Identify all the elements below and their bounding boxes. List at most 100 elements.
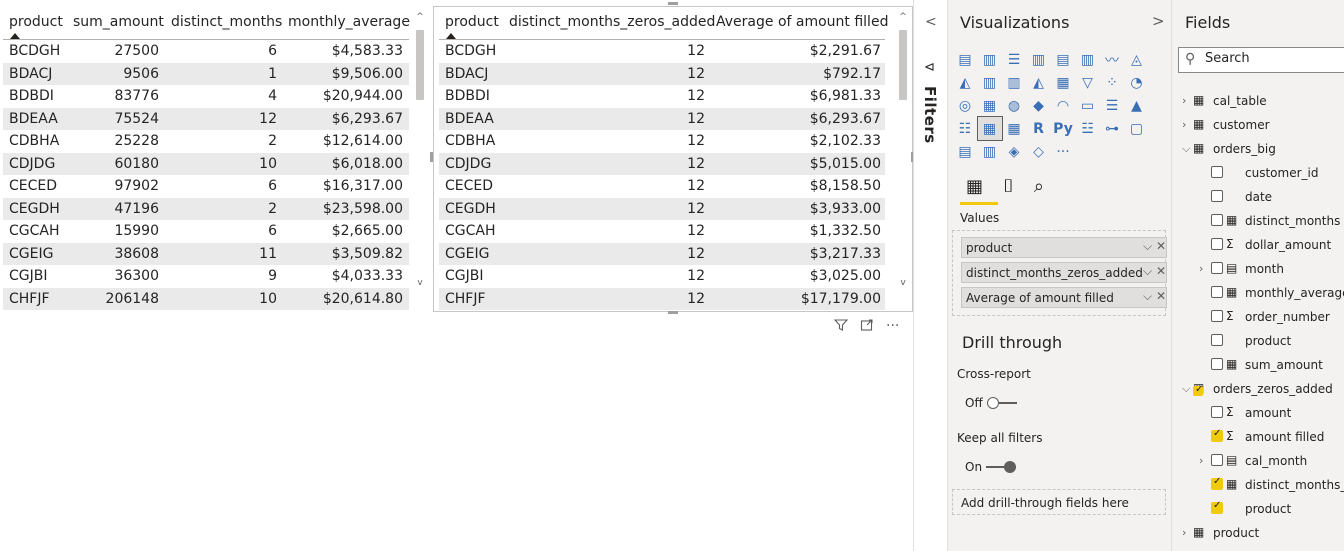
field-row[interactable]: › ▤ cal_month	[1172, 450, 1344, 474]
table-row[interactable]: BDEAA 12 $6,293.67	[439, 107, 885, 130]
table-row[interactable]: CGEIG 38608 11 $3,509.82	[3, 242, 409, 265]
fields-search-input[interactable]	[1205, 51, 1344, 66]
power-automate-icon[interactable]: ◇	[1027, 140, 1051, 163]
table-row[interactable]: CGJBI 36300 9 $4,033.33	[3, 265, 409, 288]
field-table-row[interactable]: ⌵ ▦ orders_big	[1172, 138, 1344, 162]
field-row[interactable]: customer_id	[1172, 162, 1344, 186]
waterfall-chart-icon[interactable]: ▦	[1051, 71, 1075, 94]
checkbox-checked[interactable]	[1211, 476, 1223, 490]
column-header-product[interactable]: product	[9, 14, 63, 30]
field-table-row[interactable]: › ▦ product	[1172, 522, 1344, 546]
filled-map-icon[interactable]: ◆	[1027, 94, 1051, 117]
table-row[interactable]: CEGDH 12 $3,933.00	[439, 197, 885, 220]
field-row[interactable]: Σamount	[1172, 402, 1344, 426]
values-well-field[interactable]: product ⌵ ✕	[961, 237, 1167, 258]
stacked-column-chart-icon[interactable]: ▥	[978, 48, 1002, 71]
clustered-column-chart-icon[interactable]: ▥	[1027, 48, 1051, 71]
column-header-monthly-average[interactable]: monthly_average	[288, 14, 410, 30]
column-header-distinct-months[interactable]: distinct_months	[171, 14, 282, 30]
qa-visual-icon[interactable]: ▢	[1125, 117, 1149, 140]
field-table-row[interactable]: ⌵▦orders_zeros_added	[1172, 378, 1344, 402]
table-row[interactable]: CEGDH 47196 2 $23,598.00	[3, 197, 409, 220]
values-well[interactable]: product ⌵ ✕ distinct_months_zeros_added …	[952, 230, 1167, 316]
checkbox[interactable]	[1211, 406, 1223, 418]
keep-all-filters-toggle[interactable]: On	[965, 460, 1018, 474]
chevron-right-icon[interactable]: ›	[1199, 262, 1203, 275]
remove-field-icon[interactable]: ✕	[1156, 289, 1166, 303]
table-visual-icon[interactable]: ▦	[976, 116, 1003, 141]
chevron-down-icon[interactable]: ⌵	[1182, 382, 1190, 396]
table-row[interactable]: BDACJ 12 $792.17	[439, 62, 885, 85]
key-influencers-icon[interactable]: ☳	[1076, 117, 1100, 140]
chevron-down-icon[interactable]: ⌵	[1143, 239, 1152, 254]
smart-narrative-icon[interactable]: ▤	[953, 140, 977, 163]
column-header-distinct-months-zeros-added[interactable]: distinct_months_zeros_added	[509, 14, 715, 30]
table-row[interactable]: BDACJ 9506 1 $9,506.00	[3, 62, 409, 85]
map-icon[interactable]: ◍	[1002, 94, 1026, 117]
scroll-thumb[interactable]	[899, 30, 907, 100]
chevron-right-icon[interactable]: ›	[1182, 526, 1186, 539]
analytics-tab-icon[interactable]: ⌕	[1034, 176, 1044, 197]
field-table-row[interactable]: › ▦ cal_table	[1172, 90, 1344, 114]
ribbon-chart-icon[interactable]: ◭	[1027, 71, 1051, 94]
scroll-up-icon[interactable]: ^	[415, 12, 425, 22]
table-row[interactable]: CGEIG 12 $3,217.33	[439, 242, 885, 265]
table-row[interactable]: CHFJF 12 $17,179.00	[439, 287, 885, 310]
field-row[interactable]: Σorder_number	[1172, 306, 1344, 330]
checkbox[interactable]	[1211, 454, 1223, 466]
scroll-down-icon[interactable]: v	[898, 278, 908, 288]
scatter-chart-icon[interactable]: ⁘	[1100, 71, 1124, 94]
resize-handle[interactable]	[668, 311, 678, 314]
scroll-down-icon[interactable]: v	[415, 278, 425, 288]
column-header-product[interactable]: product	[445, 14, 499, 30]
resize-handle[interactable]	[430, 152, 433, 162]
field-table-row[interactable]: › ▦ customer	[1172, 114, 1344, 138]
treemap-icon[interactable]: ▦	[978, 94, 1002, 117]
donut-chart-icon[interactable]: ◎	[953, 94, 977, 117]
line-chart-icon[interactable]: 〰	[1100, 48, 1124, 71]
remove-field-icon[interactable]: ✕	[1156, 264, 1166, 278]
table-row[interactable]: CDJDG 12 $5,015.00	[439, 152, 885, 175]
table-row[interactable]: CGCAH 12 $1,332.50	[439, 220, 885, 243]
pie-chart-icon[interactable]: ◔	[1125, 71, 1149, 94]
cross-report-toggle[interactable]: Off	[965, 396, 1019, 410]
focus-mode-icon[interactable]	[860, 318, 874, 336]
fields-search-box[interactable]: ⚲	[1178, 47, 1344, 73]
remove-field-icon[interactable]: ✕	[1156, 239, 1166, 253]
stacked-bar-chart-icon[interactable]: ▤	[953, 48, 977, 71]
checkbox[interactable]	[1211, 238, 1223, 250]
field-row[interactable]: ▦ distinct_months	[1172, 210, 1344, 234]
checkbox-checked[interactable]	[1211, 500, 1223, 514]
chevron-right-icon[interactable]: ›	[1182, 118, 1186, 131]
table-row[interactable]: BDBDI 83776 4 $20,944.00	[3, 85, 409, 108]
chevron-down-icon[interactable]: ⌵	[1143, 289, 1152, 304]
field-row[interactable]: ▦ sum_amount	[1172, 354, 1344, 378]
area-chart-icon[interactable]: ◬	[1125, 48, 1149, 71]
scroll-thumb[interactable]	[416, 30, 424, 100]
field-row[interactable]: › ▤ month	[1172, 258, 1344, 282]
table-row[interactable]: CDBHA 25228 2 $12,614.00	[3, 130, 409, 153]
table-row[interactable]: BDEAA 75524 12 $6,293.67	[3, 107, 409, 130]
column-header-sum-amount[interactable]: sum_amount	[73, 14, 164, 30]
values-well-field[interactable]: distinct_months_zeros_added ⌵ ✕	[961, 262, 1167, 283]
table-left-scrollbar[interactable]: ^ v	[414, 8, 426, 290]
resize-handle[interactable]	[668, 2, 678, 5]
checkbox[interactable]	[1211, 286, 1223, 298]
table-row[interactable]: CDBHA 12 $2,102.33	[439, 130, 885, 153]
power-apps-icon[interactable]: ◈	[1002, 140, 1026, 163]
table-row[interactable]: BDBDI 12 $6,981.33	[439, 85, 885, 108]
checkbox[interactable]	[1211, 358, 1223, 370]
table-row[interactable]: CGJBI 12 $3,025.00	[439, 265, 885, 288]
table-row[interactable]: CHFJF 206148 10 $20,614.80	[3, 287, 409, 310]
checkbox[interactable]	[1211, 166, 1223, 178]
chevron-right-icon[interactable]: >	[1152, 12, 1165, 30]
scroll-up-icon[interactable]: ^	[898, 12, 908, 22]
100-stacked-bar-chart-icon[interactable]: ▤	[1051, 48, 1075, 71]
field-row[interactable]: product	[1172, 498, 1344, 522]
checkbox[interactable]	[1211, 310, 1223, 322]
chevron-right-icon[interactable]: ›	[1182, 94, 1186, 107]
field-row[interactable]: date	[1172, 186, 1344, 210]
table-row[interactable]: BCDGH 12 $2,291.67	[439, 40, 885, 63]
gauge-icon[interactable]: ◠	[1051, 94, 1075, 117]
table-visual-left[interactable]: product sum_amount distinct_months month…	[3, 6, 410, 310]
